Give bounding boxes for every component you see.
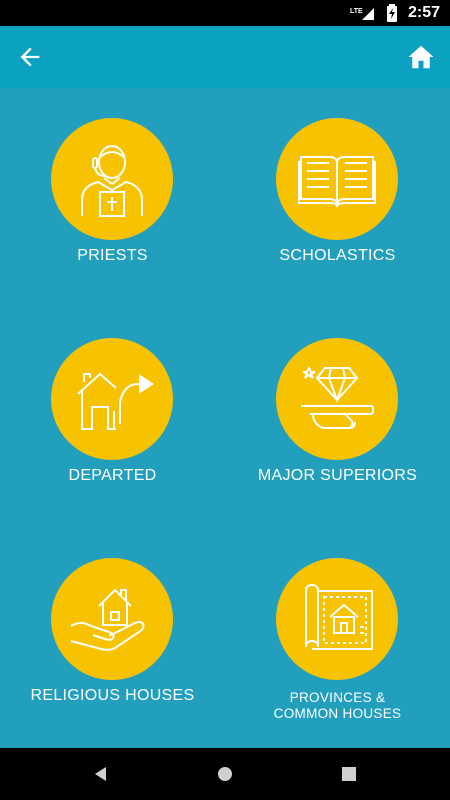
tile-religious-houses[interactable]: RELIGIOUS HOUSES [0, 528, 225, 748]
tile-provinces-label-line2: COMMON HOUSES [273, 706, 402, 721]
home-icon[interactable] [406, 42, 436, 72]
status-time: 2:57 [407, 4, 440, 21]
tile-priests-circle [51, 118, 173, 240]
tile-provinces-circle [276, 558, 398, 680]
tile-scholastics-circle [276, 118, 398, 240]
tile-provinces-label: PROVINCES & COMMON HOUSES [225, 690, 450, 722]
diamond-tray-icon [301, 365, 374, 429]
tile-priests-label: PRIESTS [77, 247, 148, 264]
battery-icon [386, 4, 397, 22]
nav-home-icon[interactable] [213, 762, 237, 786]
tile-major-superiors-circle [276, 338, 398, 460]
hand-house-icon [70, 588, 145, 651]
navigation-bar [0, 748, 450, 800]
menu-grid: PRIESTS SCHOLASTICS DEPARTED MAJOR SUPER… [0, 88, 450, 748]
tile-priests[interactable]: PRIESTS [0, 88, 225, 308]
tile-scholastics[interactable]: SCHOLASTICS [225, 88, 450, 308]
tile-departed[interactable]: DEPARTED [0, 308, 225, 528]
lte-text: LTE [350, 8, 363, 15]
priest-icon [81, 145, 143, 217]
lte-signal-icon: LTE [350, 8, 374, 20]
open-book-icon [298, 156, 376, 208]
blueprint-icon [305, 583, 373, 650]
arrow-back-icon[interactable] [16, 43, 44, 71]
tile-departed-label: DEPARTED [68, 467, 157, 484]
tile-religious-houses-label: RELIGIOUS HOUSES [30, 687, 195, 704]
tile-scholastics-label: SCHOLASTICS [279, 247, 396, 264]
tile-major-superiors[interactable]: MAJOR SUPERIORS [225, 308, 450, 528]
tile-major-superiors-label: MAJOR SUPERIORS [257, 467, 418, 484]
house-arrow-icon [77, 372, 154, 430]
nav-recents-icon[interactable] [337, 762, 361, 786]
tile-provinces-label-line1: PROVINCES & [289, 690, 386, 705]
app-bar [0, 26, 450, 88]
status-icons: LTE 2:57 [350, 0, 440, 26]
tile-provinces-common-houses[interactable]: PROVINCES & COMMON HOUSES [225, 528, 450, 748]
tile-departed-circle [51, 338, 173, 460]
nav-back-icon[interactable] [89, 762, 113, 786]
status-bar: LTE 2:57 [0, 0, 450, 26]
tile-religious-houses-circle [51, 558, 173, 680]
